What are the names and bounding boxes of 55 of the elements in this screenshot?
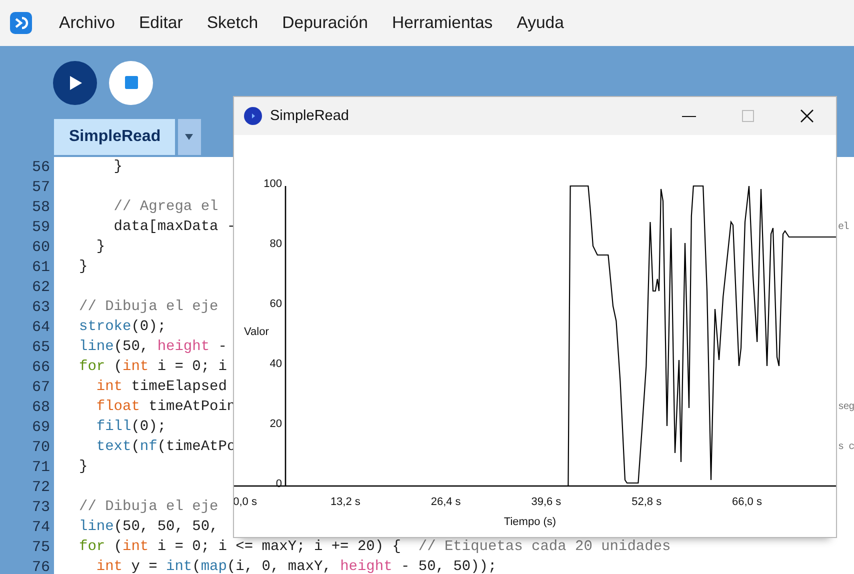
line-number: 70	[30, 438, 50, 456]
code-line: line(50, 50, 50,	[79, 519, 218, 535]
code-line: float timeAtPoin	[95, 399, 236, 415]
tick-label: 52,8 s	[632, 496, 662, 508]
line-number: 65	[30, 338, 50, 356]
code-line: data[maxData -	[112, 219, 236, 235]
tick-label: 20	[270, 418, 282, 430]
code-line: text(nf(timeAtPo	[95, 439, 236, 455]
tick-label: 100	[264, 178, 282, 190]
axis-label: Tiempo (s)	[504, 516, 556, 528]
tick-label: 13,2 s	[330, 496, 360, 508]
code-line: }	[79, 459, 88, 475]
code-line: for (int i = 0; i <= maxY; i += 20) { // Etiquetas cada 20 unidades	[79, 539, 671, 555]
line-number: 61	[30, 258, 50, 276]
line-number: 69	[30, 418, 50, 436]
code-line: line(50, height -	[79, 339, 227, 355]
line-number: 56	[30, 158, 50, 176]
code-line: // Dibuja el eje	[79, 499, 218, 515]
code-line: }	[112, 159, 123, 175]
line-number: 76	[30, 558, 50, 574]
line-number: 72	[30, 478, 50, 496]
code-line: // Agrega el	[112, 199, 218, 215]
line-number: 68	[30, 398, 50, 416]
line-number: 64	[30, 318, 50, 336]
line-number: 67	[30, 378, 50, 396]
code-line: fill(0);	[95, 419, 166, 435]
code-line: stroke(0);	[79, 319, 166, 335]
line-number: 66	[30, 358, 50, 376]
line-number: 75	[30, 538, 50, 556]
tick-label: 26,4 s	[430, 496, 461, 508]
tick-label: 66,0 s	[732, 496, 762, 508]
line-number: 59	[30, 218, 50, 236]
line-number: 58	[30, 198, 50, 216]
line-number: 63	[30, 298, 50, 316]
code-line: }	[79, 259, 88, 275]
code-fragment: seg	[838, 402, 854, 412]
code-fragment: s c	[838, 442, 854, 452]
tick-label: 39,6 s	[531, 496, 562, 508]
line-number: 74	[30, 518, 50, 536]
tick-label: 40	[270, 358, 282, 370]
code-fragment: el	[838, 222, 849, 232]
code-line: }	[95, 239, 106, 255]
code-line: // Dibuja el eje	[79, 299, 218, 315]
code-line: for (int i = 0; i	[79, 359, 227, 375]
code-line: int y = int(map(i, 0, maxY, height - 50, 50));	[95, 559, 497, 574]
tick-label: 80	[270, 238, 282, 250]
code-line: int timeElapsed	[95, 379, 227, 395]
line-number: 60	[30, 238, 50, 256]
window-title: SimpleRead	[270, 108, 350, 124]
axis-label: Valor	[244, 326, 269, 338]
line-number: 71	[30, 458, 50, 476]
line-number: 57	[30, 178, 50, 196]
line-number: 73	[30, 498, 50, 516]
line-number: 62	[30, 278, 50, 296]
tick-label: 60	[270, 298, 282, 310]
